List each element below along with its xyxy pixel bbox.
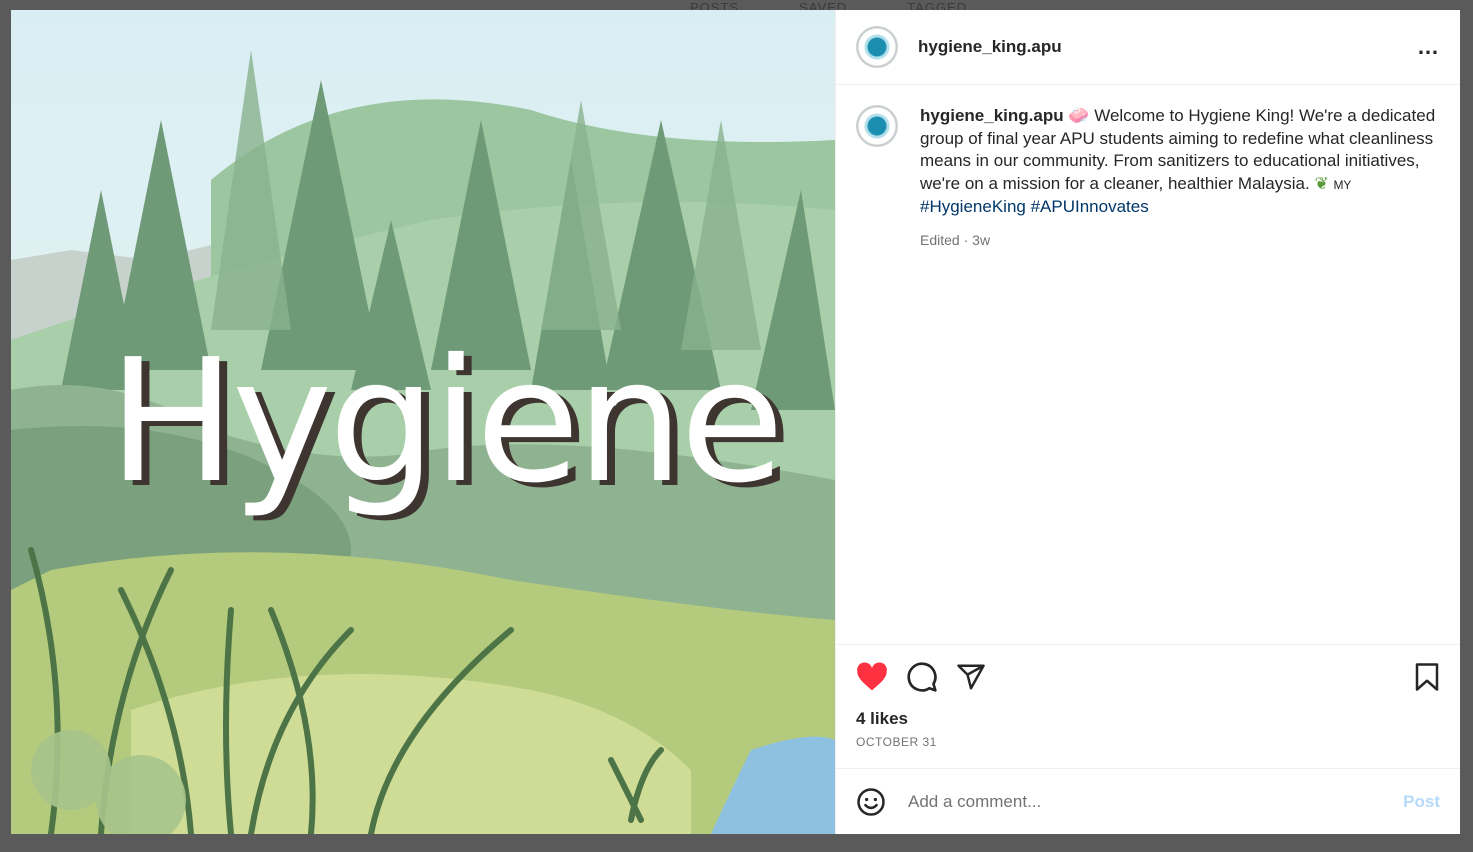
caption-username[interactable]: hygiene_king.apu	[920, 106, 1064, 125]
comment-icon[interactable]	[906, 661, 938, 693]
emoji-icon[interactable]	[856, 787, 886, 817]
post-username[interactable]: hygiene_king.apu	[918, 37, 1062, 57]
caption-meta: Edited · 3w	[920, 231, 991, 248]
hashtag-hygieneking[interactable]: #HygieneKing	[920, 197, 1026, 216]
caption-avatar[interactable]	[856, 105, 898, 147]
post-actions: 4 likes OCTOBER 31	[836, 644, 1460, 768]
more-options-icon[interactable]: …	[1417, 34, 1440, 60]
edited-label: Edited	[920, 231, 960, 248]
image-title-highlight: Hygiene	[108, 323, 781, 521]
share-icon[interactable]	[956, 662, 986, 692]
heart-icon[interactable]	[856, 662, 888, 692]
post-header: hygiene_king.apu …	[836, 10, 1460, 85]
post-modal: Hygiene Hygiene hygiene_king.apu … hygie…	[11, 10, 1460, 834]
likes-count[interactable]: 4 likes	[856, 709, 1440, 729]
post-image: Hygiene Hygiene	[11, 10, 835, 834]
time-ago[interactable]: 3w	[972, 232, 990, 248]
avatar[interactable]	[856, 26, 898, 68]
caption-area: hygiene_king.apu 🧼 Welcome to Hygiene Ki…	[836, 85, 1460, 644]
bookmark-icon[interactable]	[1414, 662, 1440, 692]
soap-icon: 🧼	[1068, 106, 1090, 125]
post-date: OCTOBER 31	[856, 735, 937, 749]
post-comment-button[interactable]: Post	[1403, 792, 1440, 812]
flag-text: MY	[1333, 177, 1352, 192]
comment-bar: Post	[836, 768, 1460, 834]
leaf-icon: ❦	[1314, 173, 1329, 193]
hashtag-apuinnovates[interactable]: #APUInnovates	[1031, 197, 1149, 216]
post-sidebar: hygiene_king.apu … hygiene_king.apu 🧼 We…	[835, 10, 1460, 834]
caption: hygiene_king.apu 🧼 Welcome to Hygiene Ki…	[920, 105, 1440, 251]
comment-input[interactable]	[906, 790, 1404, 813]
